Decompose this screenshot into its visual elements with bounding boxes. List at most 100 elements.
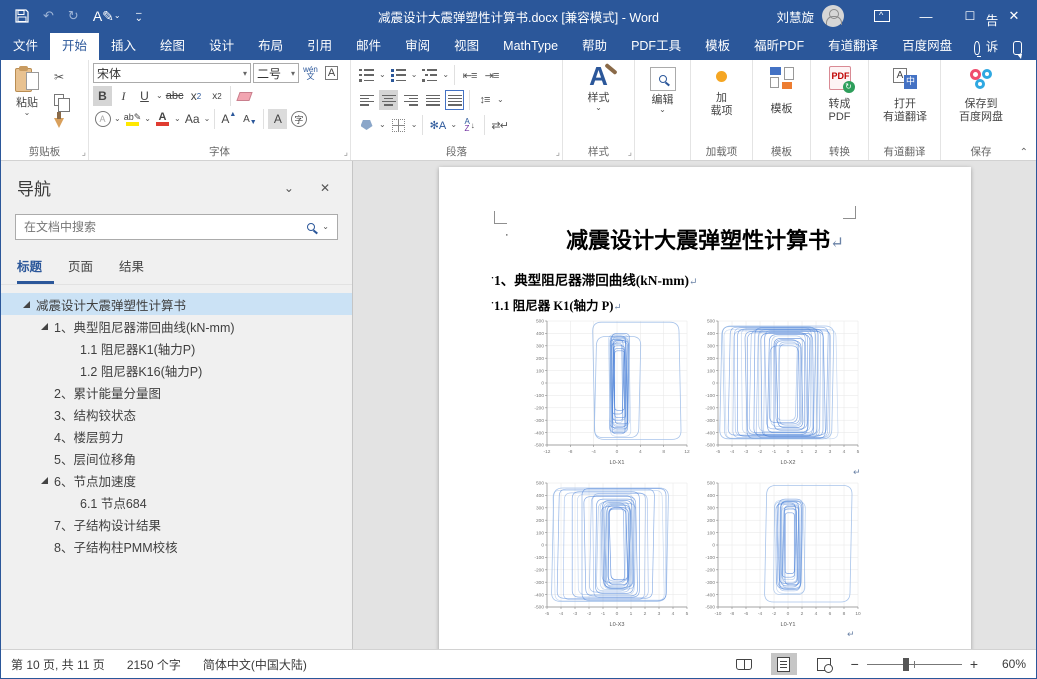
text-effects-icon[interactable]: A — [93, 109, 112, 129]
show-marks-icon[interactable]: ⇄↵ — [490, 115, 509, 135]
asian-layout-icon[interactable]: ✻A — [428, 115, 447, 135]
strikethrough-icon[interactable]: abc — [165, 86, 185, 106]
shading-icon[interactable] — [357, 115, 376, 135]
tab-有道翻译[interactable]: 有道翻译 — [816, 33, 890, 60]
nav-item[interactable]: 减震设计大震弹塑性计算书 — [1, 293, 352, 315]
copy-icon[interactable] — [49, 90, 69, 109]
user-name[interactable]: 刘慧旋 — [776, 7, 814, 26]
editing-button[interactable]: 编辑⌄ — [641, 67, 685, 147]
youdao-open-button[interactable]: A中 打开有道翻译 — [873, 63, 937, 143]
zoom-slider-thumb[interactable] — [903, 658, 909, 671]
tab-开始[interactable]: 开始 — [50, 33, 99, 60]
tab-审阅[interactable]: 审阅 — [393, 33, 442, 60]
addins-button[interactable]: 加载项 — [700, 63, 744, 143]
nav-tab-页面[interactable]: 页面 — [68, 254, 105, 284]
zoom-slider[interactable] — [867, 664, 962, 665]
nav-item[interactable]: 2、累计能量分量图 — [1, 381, 352, 403]
paragraph-dialog-launcher[interactable]: ⌟ — [556, 147, 560, 158]
format-painter-icon[interactable] — [49, 113, 69, 132]
tab-福昕PDF[interactable]: 福昕PDF — [742, 33, 816, 60]
shrink-font-icon[interactable]: A▼ — [240, 109, 259, 129]
zoom-in-icon[interactable]: + — [970, 656, 978, 672]
font-name-combo[interactable]: 宋体▾ — [93, 63, 251, 83]
tab-PDF工具[interactable]: PDF工具 — [619, 33, 693, 60]
search-dropdown-icon[interactable]: ⌄ — [322, 224, 329, 230]
redo-icon[interactable]: ↻ — [68, 8, 79, 24]
comment-icon[interactable] — [1013, 41, 1022, 55]
sort-icon[interactable]: AZ↓ — [460, 115, 479, 135]
superscript-icon[interactable]: x2 — [207, 86, 226, 106]
nav-item[interactable]: 1.1 阻尼器K1(轴力P) — [1, 337, 352, 359]
tab-布局[interactable]: 布局 — [246, 33, 295, 60]
change-case-icon[interactable]: Aa — [183, 109, 202, 129]
nav-item[interactable]: 1.2 阻尼器K16(轴力P) — [1, 359, 352, 381]
subscript-icon[interactable]: x2 — [186, 86, 205, 106]
tab-帮助[interactable]: 帮助 — [570, 33, 619, 60]
nav-close-icon[interactable]: ✕ — [320, 181, 330, 195]
align-left-icon[interactable] — [357, 90, 376, 110]
read-mode-icon[interactable] — [731, 653, 757, 675]
tab-模板[interactable]: 模板 — [693, 33, 742, 60]
tab-设计[interactable]: 设计 — [197, 33, 246, 60]
phonetic-guide-icon[interactable]: wén文 — [301, 63, 320, 83]
numbering-icon[interactable] — [389, 65, 408, 85]
increase-indent-icon[interactable]: ⇥≡ — [482, 65, 501, 85]
tab-插入[interactable]: 插入 — [99, 33, 148, 60]
web-layout-icon[interactable] — [811, 653, 837, 675]
clear-formatting-icon[interactable] — [235, 86, 254, 106]
nav-item[interactable]: 5、层间位移角 — [1, 447, 352, 469]
document-page[interactable]: · 减震设计大震弹塑性计算书↵ ·1、典型阻尼器滞回曲线(kN-mm)↵ ·1.… — [439, 167, 971, 649]
template-button[interactable]: 模板 — [760, 63, 804, 143]
tab-MathType[interactable]: MathType — [491, 33, 570, 60]
convert-pdf-button[interactable]: PDF 转成PDF — [818, 63, 862, 143]
nav-tab-结果[interactable]: 结果 — [119, 254, 156, 284]
save-icon[interactable] — [15, 9, 29, 23]
expand-collapse-icon[interactable] — [23, 301, 30, 308]
decrease-indent-icon[interactable]: ⇤≡ — [460, 65, 479, 85]
tab-百度网盘[interactable]: 百度网盘 — [890, 33, 964, 60]
borders-icon[interactable] — [389, 115, 408, 135]
align-center-icon[interactable] — [379, 90, 398, 110]
nav-item[interactable]: 7、子结构设计结果 — [1, 513, 352, 535]
page-indicator[interactable]: 第 10 页, 共 11 页 — [11, 656, 105, 673]
tab-绘图[interactable]: 绘图 — [148, 33, 197, 60]
underline-icon[interactable]: U — [135, 86, 154, 106]
baidu-save-button[interactable]: 保存到百度网盘 — [946, 63, 1016, 143]
nav-item[interactable]: 3、结构铰状态 — [1, 403, 352, 425]
enclose-characters-icon[interactable]: 字 — [289, 109, 308, 129]
customize-qat-icon[interactable]: –⌄ — [135, 11, 143, 21]
font-dialog-launcher[interactable]: ⌟ — [344, 147, 348, 158]
style-pen-icon[interactable]: A✎⌄ — [93, 8, 121, 25]
nav-item[interactable]: 6、节点加速度 — [1, 469, 352, 491]
minimize-button[interactable]: — — [904, 1, 948, 31]
nav-tab-标题[interactable]: 标题 — [17, 254, 54, 284]
zoom-percentage[interactable]: 60% — [992, 657, 1026, 671]
nav-item[interactable]: 8、子结构柱PMM校核 — [1, 535, 352, 557]
align-right-icon[interactable] — [401, 90, 420, 110]
nav-item[interactable]: 6.1 节点684 — [1, 491, 352, 513]
multilevel-list-icon[interactable] — [420, 65, 439, 85]
language-indicator[interactable]: 简体中文(中国大陆) — [203, 656, 307, 673]
expand-collapse-icon[interactable] — [41, 323, 48, 330]
paste-button[interactable]: 粘贴⌄ — [5, 63, 49, 143]
character-border-icon[interactable]: A — [322, 63, 341, 83]
tab-视图[interactable]: 视图 — [442, 33, 491, 60]
underline-dropdown[interactable]: ⌄ — [156, 93, 163, 99]
search-icon[interactable] — [307, 223, 315, 231]
highlight-color-icon[interactable]: ab✎ — [123, 109, 143, 129]
font-size-combo[interactable]: 二号▾ — [253, 63, 299, 83]
avatar[interactable] — [822, 5, 844, 27]
search-input[interactable] — [24, 220, 307, 234]
document-area[interactable]: · 减震设计大震弹塑性计算书↵ ·1、典型阻尼器滞回曲线(kN-mm)↵ ·1.… — [353, 161, 1036, 649]
character-shading-icon[interactable]: A — [268, 109, 287, 129]
ribbon-display-options-icon[interactable] — [860, 1, 904, 31]
tab-邮件[interactable]: 邮件 — [344, 33, 393, 60]
print-layout-icon[interactable] — [771, 653, 797, 675]
cut-icon[interactable]: ✂ — [49, 67, 69, 86]
grow-font-icon[interactable]: A▲ — [219, 109, 238, 129]
styles-button[interactable]: A 样式⌄ — [577, 63, 621, 143]
tab-文件[interactable]: 文件 — [1, 33, 50, 60]
bullets-icon[interactable] — [357, 65, 376, 85]
styles-dialog-launcher[interactable]: ⌟ — [628, 147, 632, 158]
expand-collapse-icon[interactable] — [41, 477, 48, 484]
